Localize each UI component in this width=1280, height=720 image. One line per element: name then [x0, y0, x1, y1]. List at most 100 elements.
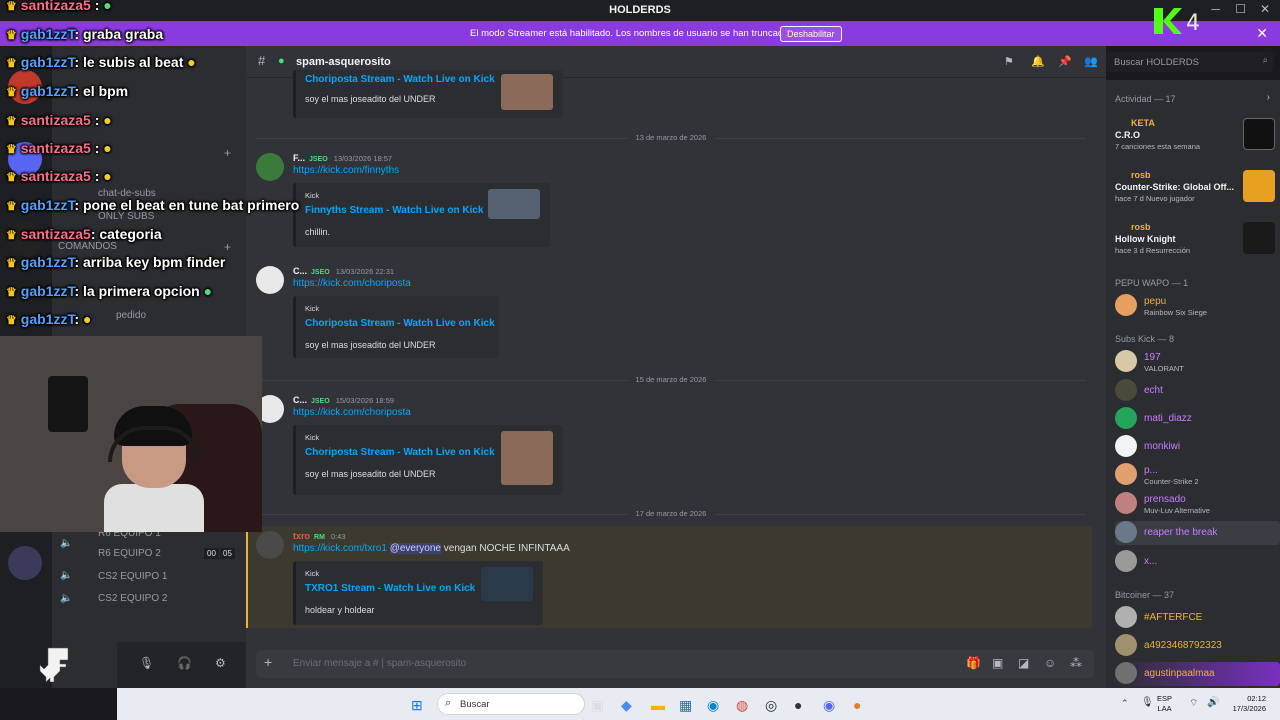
voice-channel-list: 🔈 R6 EQUIPO 1 R6 EQUIPO 2 00 05 🔈 CS2 EQ… — [0, 528, 246, 606]
member-item[interactable]: p... Counter-Strike 2 — [1115, 463, 1280, 487]
chat-line: ♛ santizaza5: categoria — [6, 226, 162, 248]
chat-text: : arriba key bpm finder — [74, 254, 226, 270]
date-label: 13 de marzo de 2026 — [627, 133, 715, 142]
explorer-icon[interactable]: ▬ — [651, 697, 665, 713]
embed-thumbnail[interactable] — [488, 189, 540, 219]
avatar[interactable] — [256, 531, 284, 559]
chat-user: gab1zzT — [20, 83, 75, 99]
settings-gear-icon[interactable]: ⚙ — [215, 656, 226, 670]
chrome-icon[interactable]: ◍ — [736, 697, 748, 714]
add-attachment-icon[interactable]: + — [264, 654, 272, 670]
member-item[interactable]: reaper the break — [1115, 521, 1280, 545]
taskview-icon[interactable]: ▣ — [591, 697, 604, 714]
voice-channel-r6-2[interactable]: R6 EQUIPO 2 — [98, 548, 161, 559]
member-item[interactable]: x... — [1115, 550, 1280, 574]
windows-start-icon[interactable]: ⊞ — [411, 697, 423, 714]
member-item[interactable]: a4923468792323 — [1115, 634, 1280, 658]
embed-thumbnail[interactable] — [501, 74, 553, 110]
sticker-icon[interactable]: ◪ — [1018, 656, 1029, 670]
member-group-header: PEPU WAPO — 1 — [1115, 278, 1189, 288]
crown-icon: ♛ — [6, 228, 17, 242]
chat-user: gab1zzT — [20, 54, 75, 70]
message-link[interactable]: https://kick.com/txro1 — [293, 543, 387, 554]
wifi-icon[interactable]: ⌔ — [1189, 697, 1198, 710]
member-name: x... — [1144, 556, 1158, 567]
disable-streamer-button[interactable]: Deshabilitar — [780, 26, 842, 42]
close-window-icon[interactable]: ✕ — [1260, 2, 1270, 16]
language-indicator[interactable]: ESP LAA — [1157, 694, 1172, 714]
member-item[interactable]: prensado Muv-Luv Alternative — [1115, 492, 1280, 516]
minimize-icon[interactable]: ─ — [1211, 2, 1220, 16]
pin-icon[interactable]: 📌 — [1058, 55, 1072, 68]
activity-card[interactable]: rosb Hollow Knight hace 3 d Resurrección — [1115, 222, 1275, 262]
member-item[interactable]: mati_diazz — [1115, 407, 1280, 431]
embed-thumbnail[interactable] — [481, 567, 533, 601]
microphone-icon[interactable]: 🎙 — [139, 656, 154, 670]
volume-icon[interactable]: 🔊 — [1207, 697, 1219, 708]
message-composer[interactable]: + Enviar mensaje a # | spam-asquerosito … — [256, 650, 1094, 678]
tray-mic-icon[interactable]: 🎙 — [1141, 697, 1154, 708]
embed-title[interactable]: Choriposta Stream - Watch Live on Kick — [305, 447, 495, 458]
members-icon[interactable]: 👥 — [1084, 55, 1098, 68]
activity-thumbnail — [1243, 170, 1275, 202]
discord-icon[interactable]: ◉ — [823, 697, 835, 714]
chat-user: santizaza5 — [20, 112, 91, 128]
crown-icon: ♛ — [6, 285, 17, 299]
member-status: Muv-Luv Alternative — [1144, 506, 1210, 515]
steam-icon[interactable]: ◎ — [765, 697, 777, 714]
member-name: mati_diazz — [1144, 413, 1192, 424]
date-divider: 17 de marzo de 2026 — [256, 508, 1086, 520]
member-status: Rainbow Six Siege — [1144, 308, 1207, 317]
voice-channel-cs2-1[interactable]: CS2 EQUIPO 1 — [98, 571, 167, 582]
member-item[interactable]: echt — [1115, 379, 1280, 403]
store-icon[interactable]: ▦ — [679, 697, 692, 714]
tray-chevron-icon[interactable]: ⌃ — [1121, 698, 1129, 709]
activity-header: Actividad — 17 — [1115, 94, 1176, 104]
webcam-overlay — [0, 336, 262, 532]
chat-text: : — [94, 140, 100, 156]
edge-icon[interactable]: ◉ — [707, 697, 719, 714]
username[interactable]: C... — [293, 395, 307, 405]
bell-icon[interactable]: 🔔 — [1031, 55, 1045, 68]
copilot-icon[interactable]: ◆ — [621, 697, 632, 714]
clock[interactable]: 02:12 17/3/2026 — [1233, 694, 1266, 714]
message-link[interactable]: https://kick.com/choriposta — [293, 407, 411, 418]
voice-channel-cs2-2[interactable]: CS2 EQUIPO 2 — [98, 593, 167, 604]
member-item[interactable]: monkiwi — [1115, 435, 1280, 459]
headphones-icon[interactable]: 🎧 — [177, 656, 192, 670]
gift-icon[interactable]: 🎁 — [966, 656, 981, 670]
activity-card[interactable]: rosb Counter-Strike: Global Off... hace … — [1115, 170, 1275, 210]
member-name: p... — [1144, 465, 1158, 476]
activity-card[interactable]: KETA C.R.O 7 canciones esta semana — [1115, 118, 1275, 158]
taskbar-search-label: Buscar — [460, 699, 490, 710]
apps-icon[interactable]: ⁂ — [1070, 656, 1082, 670]
emoji-icon[interactable]: ☺ — [1044, 656, 1056, 670]
chat-text: : — [94, 112, 100, 128]
member-item[interactable]: agustinpaalmaa — [1115, 662, 1280, 686]
chevron-right-icon[interactable]: › — [1267, 92, 1270, 103]
chat-text: : le subis al beat — [74, 54, 184, 70]
taskbar-search-input[interactable]: ⌕ Buscar — [437, 693, 585, 715]
embed-thumbnail[interactable] — [501, 431, 553, 485]
member-name: prensado — [1144, 494, 1186, 505]
chat-text: : — [94, 168, 100, 184]
member-item[interactable]: 197 VALORANT — [1115, 350, 1280, 374]
embed-title[interactable]: TXRO1 Stream - Watch Live on Kick — [305, 583, 475, 594]
threads-icon[interactable]: ⚑ — [1004, 55, 1014, 68]
chat-text: : la primera opcion — [74, 283, 200, 299]
app-icon[interactable]: ● — [794, 697, 802, 713]
search-input[interactable]: Buscar HOLDERDS ⌕ — [1106, 52, 1274, 72]
clock-date: 17/3/2026 — [1232, 704, 1266, 713]
emote-icon: ● — [83, 311, 92, 327]
member-item[interactable]: #AFTERFCE — [1115, 606, 1280, 630]
banner-close-icon[interactable]: ✕ — [1256, 25, 1268, 42]
chat-user: gab1zzT — [20, 26, 75, 42]
crown-icon: ♛ — [6, 85, 17, 99]
member-item[interactable]: pepu Rainbow Six Siege — [1115, 294, 1280, 318]
date-divider: 13 de marzo de 2026 — [256, 132, 1086, 144]
gif-icon[interactable]: ▣ — [992, 656, 1003, 670]
maximize-icon[interactable]: ☐ — [1235, 2, 1246, 16]
app-icon[interactable]: ● — [853, 697, 861, 713]
everyone-mention[interactable]: @everyone — [389, 543, 441, 554]
username[interactable]: txro — [293, 531, 310, 541]
